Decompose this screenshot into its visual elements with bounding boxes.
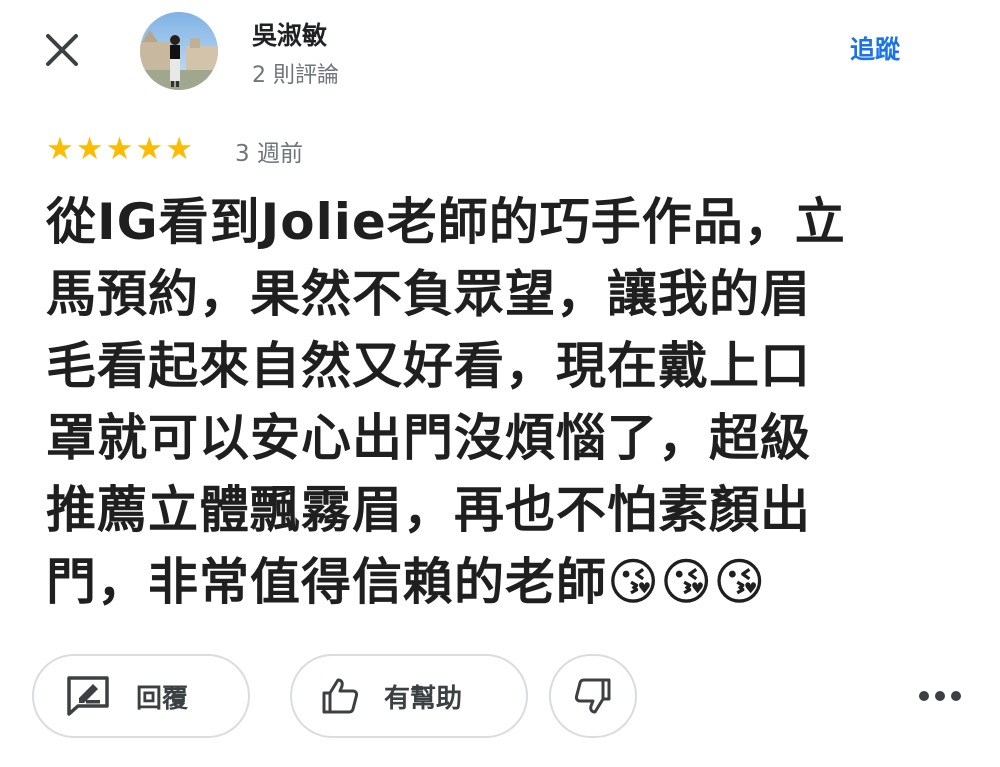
thumb-down-icon xyxy=(573,676,613,716)
avatar[interactable] xyxy=(140,12,218,90)
reply-button[interactable]: 回覆 xyxy=(32,654,250,738)
star-icon: ★ xyxy=(135,131,164,167)
review-text-line: 毛看起來自然又好看，現在戴上口 xyxy=(46,337,811,395)
helpful-button[interactable]: 有幫助 xyxy=(290,654,528,738)
more-horizontal-icon xyxy=(918,687,962,706)
close-icon xyxy=(44,32,80,72)
review-text-line: 推薦立體飄霧眉，再也不怕素顏出 xyxy=(46,481,811,539)
close-button[interactable] xyxy=(38,28,86,76)
helpful-label: 有幫助 xyxy=(384,683,463,714)
more-options-button[interactable] xyxy=(912,674,968,718)
unhelpful-button[interactable] xyxy=(549,654,637,738)
review-text-line: 門，非常值得信賴的老師😘😘😘 xyxy=(46,553,767,611)
star-icon: ★ xyxy=(165,131,193,167)
review-count: 2 則評論 xyxy=(252,63,339,88)
star-icon: ★ xyxy=(105,131,134,167)
review-time: 3 週前 xyxy=(235,141,303,167)
reviewer-name[interactable]: 吳淑敏 xyxy=(252,16,327,52)
star-icon: ★ xyxy=(46,131,74,167)
review-text-line: 馬預約，果然不負眾望，讓我的眉 xyxy=(46,265,811,323)
star-icon: ★ xyxy=(75,131,104,167)
review-text-line: 罩就可以安心出門沒煩惱了，超級 xyxy=(46,409,811,467)
review-text-line: 從IG看到Jolie老師的巧手作品，立 xyxy=(46,193,846,251)
star-rating: ★ ★ ★ ★ ★ xyxy=(46,134,193,165)
follow-button[interactable]: 追蹤 xyxy=(850,30,900,66)
reply-label: 回覆 xyxy=(136,683,189,714)
thumb-up-icon xyxy=(320,676,360,716)
rate-review-icon xyxy=(64,674,112,718)
review-text: 從IG看到Jolie老師的巧手作品，立 馬預約，果然不負眾望，讓我的眉 毛看起來… xyxy=(46,186,961,618)
